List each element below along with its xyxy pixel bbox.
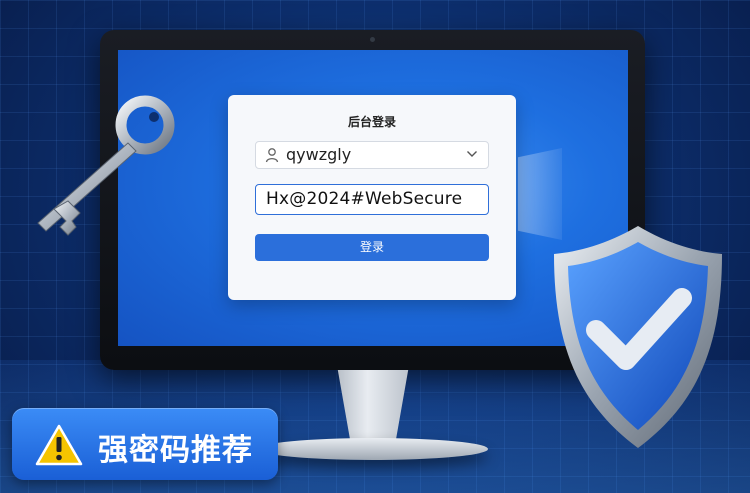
password-value: Hx@2024#WebSecure bbox=[266, 189, 463, 209]
login-title: 后台登录 bbox=[347, 115, 396, 129]
username-field[interactable]: qywzgly bbox=[255, 141, 489, 169]
password-field[interactable]: Hx@2024#WebSecure bbox=[255, 184, 489, 215]
chevron-down-icon[interactable] bbox=[466, 148, 478, 160]
user-icon bbox=[265, 148, 279, 163]
warning-icon bbox=[35, 424, 83, 466]
badge-text: 强密码推荐 bbox=[98, 433, 253, 468]
username-value: qywzgly bbox=[286, 145, 352, 164]
monitor-camera bbox=[370, 37, 375, 42]
key-icon bbox=[37, 95, 175, 236]
login-button[interactable]: 登录 bbox=[255, 234, 489, 261]
strong-password-badge: 强密码推荐 bbox=[12, 408, 278, 480]
monitor-stand-base bbox=[258, 438, 488, 460]
shield-check-icon bbox=[554, 226, 722, 448]
login-card: 后台登录 qywzgly Hx@2024#WebSecure 登录 bbox=[228, 95, 516, 300]
